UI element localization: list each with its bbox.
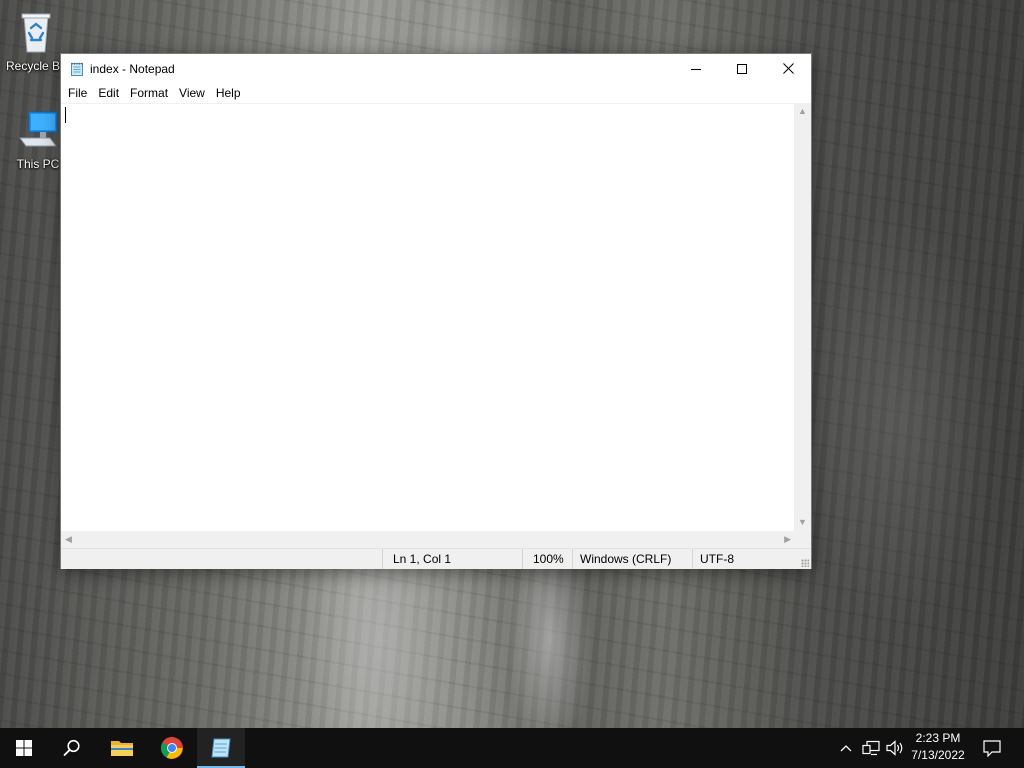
notification-icon (983, 739, 1001, 757)
scroll-up-icon[interactable]: ▲ (798, 107, 807, 116)
menu-bar: File Edit Format View Help (61, 83, 811, 103)
close-icon (782, 63, 794, 74)
desktop-icon-label: Recycle Bin (6, 59, 66, 73)
taskbar-chrome[interactable] (148, 728, 196, 768)
window-title: index - Notepad (90, 61, 175, 76)
status-bar: Ln 1, Col 1 100% Windows (CRLF) UTF-8 (61, 548, 811, 569)
menu-format[interactable]: Format (124, 83, 173, 103)
menu-edit[interactable]: Edit (92, 83, 124, 103)
menu-view[interactable]: View (173, 83, 210, 103)
notepad-window: index - Notepad File Edit Format View He… (60, 53, 812, 569)
start-button[interactable] (0, 728, 48, 768)
horizontal-scrollbar[interactable]: ◀ ▶ (61, 531, 795, 548)
clock-date: 7/13/2022 (911, 748, 965, 762)
scrollbar-corner (794, 531, 811, 548)
scroll-left-icon[interactable]: ◀ (65, 535, 72, 544)
search-button[interactable] (48, 728, 96, 768)
maximize-icon (737, 63, 747, 74)
taskbar-file-explorer[interactable] (98, 728, 146, 768)
scroll-right-icon[interactable]: ▶ (784, 535, 791, 544)
status-encoding: UTF-8 (692, 549, 794, 569)
vertical-scrollbar[interactable]: ▲ ▼ (794, 103, 811, 531)
recycle-bin-icon (0, 8, 74, 57)
status-cursor-position: Ln 1, Col 1 (382, 549, 522, 569)
windows-start-icon (16, 740, 32, 756)
folder-icon (111, 741, 133, 756)
status-line-ending: Windows (CRLF) (572, 549, 692, 569)
text-caret (65, 107, 66, 123)
network-button[interactable] (860, 728, 882, 768)
network-icon (862, 740, 880, 756)
menu-file[interactable]: File (62, 83, 92, 103)
taskbar-clock[interactable]: 2:23 PM 7/13/2022 (902, 730, 974, 764)
notepad-icon (70, 62, 84, 76)
window-controls (673, 54, 811, 83)
tray-overflow-button[interactable] (836, 728, 856, 768)
taskbar: 2:23 PM 7/13/2022 (0, 728, 1024, 768)
text-editor-area[interactable] (61, 103, 795, 532)
close-button[interactable] (765, 54, 811, 83)
title-bar[interactable]: index - Notepad (61, 54, 811, 83)
notepad-icon (211, 738, 231, 758)
chrome-icon (161, 737, 183, 759)
minimize-icon (691, 68, 701, 70)
status-zoom: 100% (522, 549, 572, 569)
menu-help[interactable]: Help (210, 83, 246, 103)
clock-time: 2:23 PM (915, 731, 961, 745)
scroll-down-icon[interactable]: ▼ (798, 518, 807, 527)
maximize-button[interactable] (719, 54, 765, 83)
minimize-button[interactable] (673, 54, 719, 83)
chevron-up-icon (840, 745, 852, 752)
action-center-button[interactable] (976, 728, 1008, 768)
taskbar-notepad[interactable] (197, 728, 245, 768)
search-icon (63, 739, 80, 756)
resize-grip-icon[interactable] (801, 559, 809, 567)
